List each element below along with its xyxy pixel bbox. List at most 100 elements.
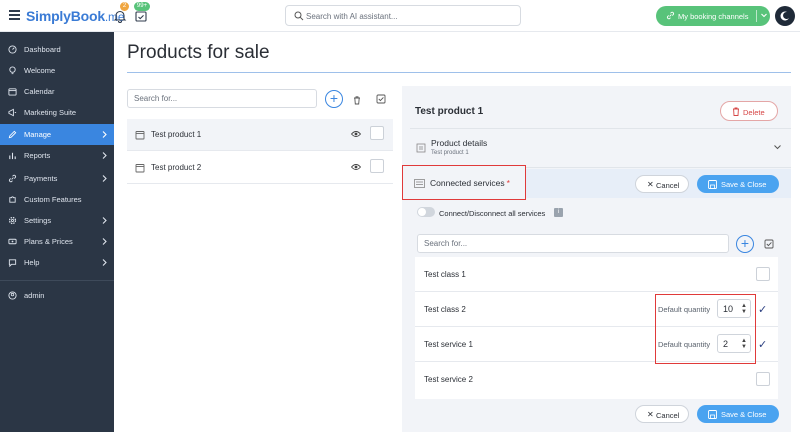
eye-icon[interactable] [351,163,361,171]
chevron-right-icon [102,217,107,224]
puzzle-icon [9,196,16,203]
chevron-right-icon [102,259,107,266]
service-search-box[interactable] [417,234,729,253]
product-checkbox[interactable] [370,159,384,173]
sidebar-item-custom-features[interactable]: Custom Features [0,189,114,210]
sidebar-user-label: admin [24,291,45,300]
add-service-button[interactable]: + [736,235,754,253]
sidebar-item-label: Custom Features [24,195,82,204]
sidebar-item-settings[interactable]: Settings [0,210,114,231]
save-close-label: Save & Close [721,180,767,189]
chevron-down-icon[interactable] [773,143,782,151]
service-name: Test service 2 [424,375,473,384]
quantity-highlight-frame [655,294,756,364]
service-checkbox[interactable] [756,267,770,281]
info-icon[interactable]: i [554,208,563,217]
sidebar-item-label: Marketing Suite [24,108,77,117]
bell-badge: 2 [120,2,129,11]
product-name: Test product 2 [151,163,202,172]
connected-services-tab[interactable]: Connected services * [402,165,526,200]
product-row[interactable]: Test product 2 [127,152,393,184]
cancel-button-bottom[interactable]: ✕ Cancel [635,405,689,423]
sidebar-item-user[interactable]: admin [0,285,114,306]
product-details-accordion[interactable]: Product details Test product 1 [410,128,791,168]
select-all-icon[interactable] [376,94,386,104]
service-row[interactable]: Test service 2 [415,362,778,397]
link-icon [666,11,675,20]
brand-logo[interactable]: SimplyBook.me [26,8,125,24]
close-icon: ✕ [647,410,654,419]
service-name: Test service 1 [424,340,473,349]
sidebar-item-welcome[interactable]: Welcome [0,60,114,81]
page-title: Products for sale [127,42,270,63]
user-icon [8,291,17,300]
bell-icon[interactable] [113,9,127,23]
sidebar-item-calendar[interactable]: Calendar [0,81,114,102]
sidebar-item-label: Welcome [24,66,56,75]
product-search-input[interactable] [128,90,316,107]
sidebar-item-label: Settings [24,216,52,225]
sidebar-item-label: Payments [24,174,58,183]
sidebar-item-help[interactable]: Help [0,252,114,273]
chevron-right-icon [102,175,107,182]
sidebar-item-dashboard[interactable]: Dashboard [0,39,114,60]
save-close-label: Save & Close [721,410,767,419]
title-underline [127,72,791,73]
save-close-button[interactable]: Save & Close [697,175,779,193]
booking-channels-label: My booking channels [678,12,749,21]
link-icon [8,174,17,183]
sidebar-item-reports[interactable]: Reports [0,145,114,166]
delete-button[interactable]: Delete [720,101,778,121]
sidebar-item-manage[interactable]: Manage [0,124,114,145]
calendar-check-icon[interactable] [134,9,148,23]
sidebar-item-marketing-suite[interactable]: Marketing Suite [0,102,114,123]
ai-search-input[interactable] [306,9,511,23]
chevron-down-icon[interactable] [760,11,768,19]
booking-channels-button[interactable]: My booking channels [656,6,770,26]
ai-search-box[interactable] [285,5,521,26]
product-name: Test product 1 [151,130,202,139]
sidebar-item-label: Calendar [24,87,55,96]
save-close-button-bottom[interactable]: Save & Close [697,405,779,423]
menu-icon[interactable] [9,10,20,20]
product-checkbox[interactable] [370,126,384,140]
product-details-label: Product details [431,138,488,148]
service-search-input[interactable] [418,235,728,252]
tag-icon [8,238,17,245]
gear-icon [8,216,17,225]
product-icon [135,164,145,173]
service-checkbox[interactable] [756,372,770,386]
user-avatar[interactable] [775,6,795,26]
chevron-right-icon [102,131,107,138]
button-divider [756,10,757,22]
calendar-badge: 99+ [134,2,150,11]
eye-icon[interactable] [351,130,361,138]
sidebar-item-payments[interactable]: Payments [0,168,114,189]
trash-icon[interactable] [352,95,362,105]
check-icon[interactable]: ✓ [758,303,767,316]
product-row[interactable]: Test product 1 [127,119,393,151]
save-icon [708,180,717,189]
moon-star-icon [780,11,789,21]
megaphone-icon [8,108,17,117]
product-icon [135,131,145,140]
chevron-right-icon [102,238,107,245]
check-icon[interactable]: ✓ [758,338,767,351]
cancel-button[interactable]: ✕ Cancel [635,175,689,193]
pencil-icon [8,130,17,139]
connected-services-label: Connected services * [430,178,510,188]
cancel-label: Cancel [656,411,680,420]
connect-all-toggle[interactable] [417,207,435,217]
top-bar: SimplyBook.me 2 99+ My booking channels [0,0,800,32]
connect-all-label: Connect/Disconnect all services [439,209,546,218]
select-all-icon[interactable] [764,239,774,249]
sidebar-item-plans-prices[interactable]: Plans & Prices [0,231,114,252]
delete-label: Delete [743,108,765,117]
dashboard-icon [8,45,17,54]
product-search-box[interactable] [127,89,317,108]
sidebar-item-label: Dashboard [24,45,61,54]
add-product-button[interactable]: + [325,90,343,108]
sidebar: Dashboard Welcome Calendar Marketing Sui… [0,32,114,432]
save-icon [708,410,717,419]
service-row[interactable]: Test class 1 [415,257,778,292]
